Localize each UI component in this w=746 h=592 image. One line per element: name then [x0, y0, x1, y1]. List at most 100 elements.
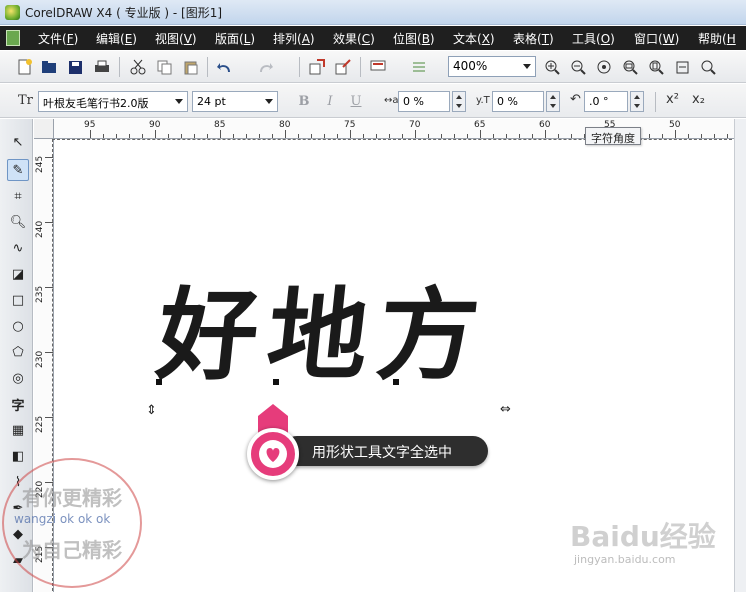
- undo-icon[interactable]: [216, 58, 234, 76]
- menu-layout[interactable]: 版面(L): [215, 30, 255, 47]
- menu-effects[interactable]: 效果(C): [333, 30, 375, 47]
- ruler-minor-tick: [116, 134, 117, 138]
- ruler-minor-tick: [337, 134, 338, 138]
- text-node[interactable]: [273, 379, 279, 385]
- redo-icon[interactable]: [256, 58, 274, 76]
- artistic-text[interactable]: 好地方: [152, 276, 494, 394]
- ruler-tick-label: 60: [539, 120, 551, 130]
- basic-shapes-tool-icon[interactable]: ◎: [7, 367, 29, 389]
- char-angle-spinner[interactable]: [630, 91, 644, 112]
- subscript-button[interactable]: x₂: [692, 92, 705, 107]
- menu-view[interactable]: 视图(V): [155, 30, 197, 47]
- menu-table[interactable]: 表格(T): [513, 30, 554, 47]
- char-angle-icon: ↶: [570, 92, 581, 107]
- ruler-minor-tick: [129, 134, 130, 138]
- character-spacing-handle-icon[interactable]: ⇔: [500, 402, 511, 417]
- ellipse-tool-icon[interactable]: ○: [7, 315, 29, 337]
- menu-text[interactable]: 文本(X): [453, 30, 495, 47]
- line-spacing-spinner[interactable]: [546, 91, 560, 112]
- ruler-minor-tick: [649, 134, 650, 138]
- ruler-tick-label: 75: [344, 120, 356, 130]
- shape-tool-icon[interactable]: ✎: [7, 159, 29, 181]
- kerning-icon: ↔a: [384, 95, 399, 106]
- bold-button[interactable]: B: [294, 92, 314, 112]
- ruler-tick-label: 70: [409, 120, 421, 130]
- ruler-minor-tick: [532, 134, 533, 138]
- smart-fill-tool-icon[interactable]: ◪: [7, 263, 29, 285]
- menu-help[interactable]: 帮助(H: [698, 30, 736, 47]
- ruler-tick: [350, 130, 351, 138]
- crop-tool-icon[interactable]: ⌗: [7, 185, 29, 207]
- cut-icon[interactable]: [129, 58, 147, 76]
- font-name-select[interactable]: 叶根友毛笔行书2.0版: [38, 91, 188, 112]
- ruler-minor-tick: [467, 134, 468, 138]
- ruler-corner[interactable]: [34, 119, 54, 139]
- kerning-spinner[interactable]: [452, 91, 466, 112]
- zoom-height-icon[interactable]: [699, 58, 717, 76]
- italic-button[interactable]: I: [320, 92, 340, 112]
- zoom-page-icon[interactable]: [647, 58, 665, 76]
- text-node[interactable]: [156, 379, 162, 385]
- menu-arrange[interactable]: 排列(A): [273, 30, 315, 47]
- application-launcher-icon[interactable]: [369, 58, 387, 76]
- import-icon[interactable]: [308, 58, 326, 76]
- zoom-width-icon[interactable]: [673, 58, 691, 76]
- ruler-minor-tick: [428, 134, 429, 138]
- ruler-minor-tick: [259, 134, 260, 138]
- ruler-minor-tick: [493, 134, 494, 138]
- kerning-input[interactable]: 0 %: [398, 91, 450, 112]
- ruler-minor-tick: [324, 134, 325, 138]
- superscript-button[interactable]: x²: [666, 92, 679, 107]
- toolbar-separator: [207, 57, 208, 77]
- ruler-minor-tick: [701, 134, 702, 138]
- ruler-minor-tick: [194, 134, 195, 138]
- ruler-tick-label: 80: [279, 120, 291, 130]
- polygon-tool-icon[interactable]: ⬠: [7, 341, 29, 363]
- paste-icon[interactable]: [181, 58, 199, 76]
- menu-tools[interactable]: 工具(O): [572, 30, 615, 47]
- toolbar-separator: [360, 57, 361, 77]
- document-icon[interactable]: [6, 30, 20, 46]
- new-document-icon[interactable]: [16, 58, 34, 76]
- ruler-minor-tick: [714, 134, 715, 138]
- text-tool-icon[interactable]: 字: [7, 393, 29, 415]
- freehand-tool-icon[interactable]: ∿: [7, 237, 29, 259]
- text-node[interactable]: [393, 379, 399, 385]
- vertical-scrollbar[interactable]: [734, 119, 746, 592]
- table-tool-icon[interactable]: ▦: [7, 419, 29, 441]
- line-spacing-handle-icon[interactable]: ⇕: [146, 403, 157, 418]
- watermark-line3: 为自己精彩: [22, 538, 122, 562]
- print-icon[interactable]: [93, 58, 111, 76]
- ruler-tick: [155, 130, 156, 138]
- ruler-tick: [675, 130, 676, 138]
- line-spacing-input[interactable]: 0 %: [492, 91, 544, 112]
- zoom-level-select[interactable]: 400%: [448, 56, 536, 77]
- interactive-blend-tool-icon[interactable]: ◧: [7, 445, 29, 467]
- ruler-minor-tick: [389, 134, 390, 138]
- open-folder-icon[interactable]: [40, 58, 58, 76]
- menu-file[interactable]: 文件(F): [38, 30, 78, 47]
- zoom-in-icon[interactable]: [543, 58, 561, 76]
- char-angle-input[interactable]: .0 °: [584, 91, 628, 112]
- watermark-line2: wangzi ok ok ok: [14, 512, 111, 526]
- zoom-all-icon[interactable]: [621, 58, 639, 76]
- ruler-tick-label: 235: [35, 285, 45, 303]
- menu-bitmaps[interactable]: 位图(B): [393, 30, 435, 47]
- menu-window[interactable]: 窗口(W): [634, 30, 679, 47]
- rectangle-tool-icon[interactable]: □: [7, 289, 29, 311]
- zoom-out-icon[interactable]: [569, 58, 587, 76]
- welcome-screen-icon[interactable]: [410, 58, 428, 76]
- ruler-tick-label: 50: [669, 120, 681, 130]
- coreldraw-window: CorelDRAW X4 ( 专业版 ) - [图形1] 文件(F) 编辑(E)…: [0, 0, 746, 592]
- save-icon[interactable]: [66, 58, 84, 76]
- zoom-tool-icon[interactable]: 🔍︎: [7, 211, 29, 233]
- copy-icon[interactable]: [155, 58, 173, 76]
- menu-edit[interactable]: 编辑(E): [96, 30, 137, 47]
- export-icon[interactable]: [334, 58, 352, 76]
- zoom-selected-icon[interactable]: [595, 58, 613, 76]
- pick-tool-icon[interactable]: ↖: [7, 131, 29, 153]
- underline-button[interactable]: U: [346, 92, 366, 112]
- font-size-select[interactable]: 24 pt: [192, 91, 278, 112]
- font-type-icon: Tr: [18, 93, 33, 108]
- text-property-bar: Tr 叶根友毛笔行书2.0版 24 pt B I U ↔a 0 % y.T 0 …: [0, 84, 746, 118]
